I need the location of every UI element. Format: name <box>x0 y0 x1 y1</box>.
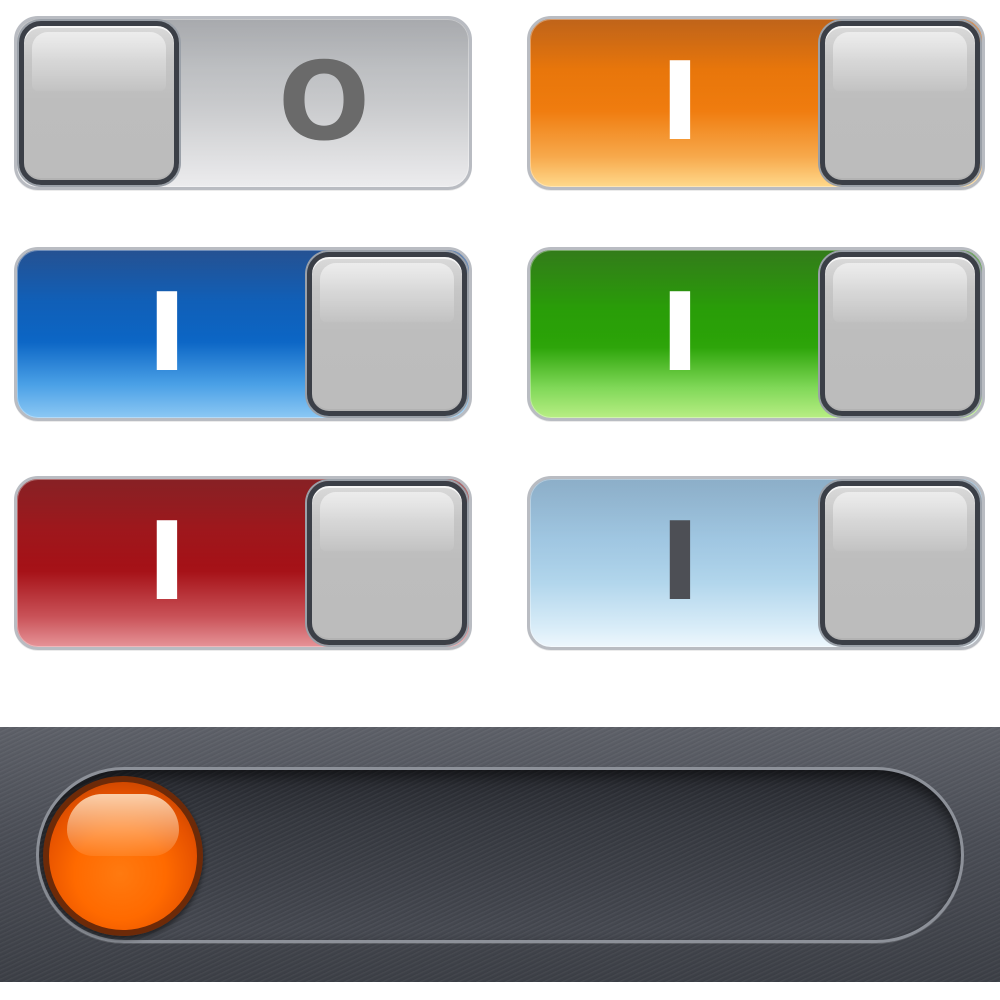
red-toggle[interactable]: I <box>14 476 472 650</box>
toggle-knob[interactable] <box>307 252 467 416</box>
toggle-knob[interactable] <box>307 481 467 645</box>
blue-toggle[interactable]: I <box>14 247 472 421</box>
brushed-metal-panel <box>0 727 1000 982</box>
on-symbol: I <box>659 500 701 625</box>
toggle-knob[interactable] <box>820 481 980 645</box>
light-blue-toggle[interactable]: I <box>527 476 985 650</box>
slider-knob[interactable] <box>43 776 203 936</box>
slider-track[interactable] <box>36 767 964 943</box>
toggle-knob[interactable] <box>820 21 980 185</box>
green-toggle[interactable]: I <box>527 247 985 421</box>
on-symbol: I <box>146 271 188 396</box>
toggle-knob[interactable] <box>19 21 179 185</box>
orange-toggle[interactable]: I <box>527 16 985 190</box>
toggle-knob[interactable] <box>820 252 980 416</box>
power-toggle[interactable]: O <box>14 16 472 190</box>
on-symbol: I <box>659 271 701 396</box>
off-symbol: O <box>278 40 370 165</box>
on-symbol: I <box>146 500 188 625</box>
on-symbol: I <box>659 40 701 165</box>
